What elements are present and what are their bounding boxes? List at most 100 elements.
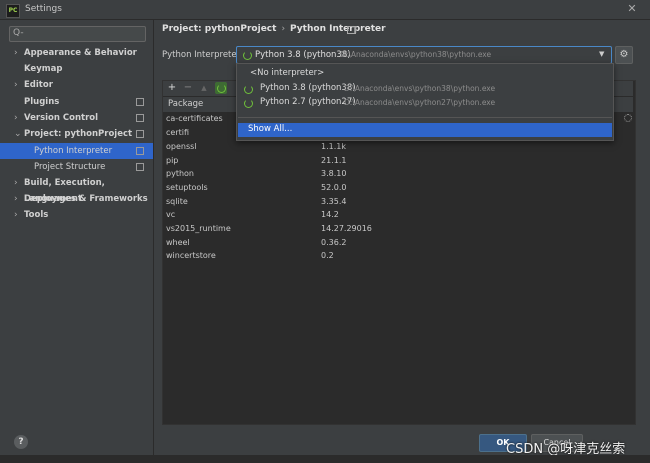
chevron-down-icon: ▼ bbox=[599, 50, 605, 58]
sidebar-item-appearance[interactable]: › Appearance & Behavior bbox=[0, 45, 153, 61]
add-package-button[interactable]: + bbox=[166, 82, 178, 94]
chevron-right-icon: › bbox=[14, 80, 18, 90]
package-name: python bbox=[166, 169, 194, 178]
option-label: <No interpreter> bbox=[250, 68, 325, 78]
option-label: Python 2.7 (python27) bbox=[260, 97, 356, 107]
sidebar-item-tools[interactable]: › Tools bbox=[0, 207, 153, 223]
sidebar-item-label: Version Control bbox=[24, 113, 99, 123]
package-name: pip bbox=[166, 156, 179, 165]
interpreter-selected-path: D:\Anaconda\envs\python38\python.exe bbox=[340, 50, 492, 59]
upgrade-package-button[interactable]: ▲ bbox=[198, 82, 210, 94]
interpreter-label: Python Interpreter: bbox=[162, 50, 243, 60]
option-path: D:\Anaconda\envs\python27\python.exe bbox=[344, 98, 496, 107]
bottom-strip bbox=[0, 455, 650, 463]
breadcrumb-page: Python Interpreter bbox=[290, 24, 386, 34]
chevron-right-icon: › bbox=[14, 178, 18, 188]
sidebar-item-label: Project Structure bbox=[34, 162, 106, 172]
help-button[interactable]: ? bbox=[14, 435, 28, 449]
app-icon: PC bbox=[6, 4, 20, 18]
sidebar-item-label: Appearance & Behavior bbox=[24, 48, 137, 58]
package-name: setuptools bbox=[166, 183, 208, 192]
sidebar-item-project[interactable]: ⌄ Project: pythonProject bbox=[0, 126, 153, 142]
package-version: 52.0.0 bbox=[321, 183, 347, 192]
search-icon: Q- bbox=[13, 28, 24, 38]
package-version: 21.1.1 bbox=[321, 156, 347, 165]
sidebar-item-project-structure[interactable]: Project Structure bbox=[0, 159, 153, 175]
window-title: Settings bbox=[25, 4, 62, 14]
package-name: vs2015_runtime bbox=[166, 224, 231, 233]
python-env-icon bbox=[244, 85, 253, 94]
sidebar-item-label: Languages & Frameworks bbox=[24, 194, 148, 204]
sidebar-item-label: Python Interpreter bbox=[34, 146, 113, 156]
project-settings-icon bbox=[136, 147, 144, 155]
package-version: 14.2 bbox=[321, 210, 339, 219]
project-settings-icon bbox=[347, 26, 356, 34]
table-row[interactable]: sqlite 3.35.4 bbox=[163, 196, 633, 210]
sidebar-item-plugins[interactable]: Plugins bbox=[0, 94, 153, 110]
python-env-icon bbox=[244, 99, 253, 108]
package-name: openssl bbox=[166, 142, 197, 151]
refresh-icon[interactable] bbox=[215, 82, 227, 94]
sidebar-item-version-control[interactable]: › Version Control bbox=[0, 110, 153, 126]
option-path: D:\Anaconda\envs\python38\python.exe bbox=[344, 84, 496, 93]
package-name: sqlite bbox=[166, 197, 188, 206]
package-name: certifi bbox=[166, 128, 190, 137]
dropdown-option-python27[interactable]: Python 2.7 (python27) D:\Anaconda\envs\p… bbox=[238, 96, 612, 110]
dropdown-option-python38[interactable]: Python 3.8 (python38) D:\Anaconda\envs\p… bbox=[238, 82, 612, 96]
package-version: 0.36.2 bbox=[321, 238, 347, 247]
package-name: ca-certificates bbox=[166, 114, 223, 123]
sidebar-item-label: Project: pythonProject bbox=[24, 129, 133, 139]
python-env-icon bbox=[243, 51, 252, 60]
sidebar-item-label: Keymap bbox=[24, 64, 63, 74]
interpreter-select[interactable]: Python 3.8 (python38) D:\Anaconda\envs\p… bbox=[236, 46, 612, 64]
option-label: Python 3.8 (python38) bbox=[260, 83, 356, 93]
project-settings-icon bbox=[136, 114, 144, 122]
sidebar-item-label: Editor bbox=[24, 80, 53, 90]
close-icon[interactable]: ✕ bbox=[625, 2, 639, 16]
project-settings-icon bbox=[136, 163, 144, 171]
package-version: 14.27.29016 bbox=[321, 224, 372, 233]
table-row[interactable]: setuptools 52.0.0 bbox=[163, 182, 633, 196]
table-row[interactable]: vc 14.2 bbox=[163, 209, 633, 223]
table-row[interactable]: vs2015_runtime 14.27.29016 bbox=[163, 223, 633, 237]
table-row[interactable]: openssl 1.1.1k bbox=[163, 141, 633, 155]
package-version: 1.1.1k bbox=[321, 142, 346, 151]
chevron-down-icon: ⌄ bbox=[14, 129, 22, 139]
chevron-right-icon: › bbox=[14, 194, 18, 204]
table-row[interactable]: wincertstore 0.2 bbox=[163, 250, 633, 264]
search-input[interactable]: Q- bbox=[9, 26, 146, 42]
chevron-right-icon: › bbox=[14, 210, 18, 220]
sidebar-item-keymap[interactable]: Keymap bbox=[0, 61, 153, 77]
package-version: 0.2 bbox=[321, 251, 334, 260]
project-settings-icon bbox=[136, 130, 144, 138]
package-name: vc bbox=[166, 210, 176, 219]
table-row[interactable]: pip 21.1.1 bbox=[163, 155, 633, 169]
breadcrumb-project: Project: pythonProject bbox=[162, 24, 277, 34]
refresh-spinner-icon bbox=[217, 84, 226, 93]
breadcrumb-separator: › bbox=[281, 24, 286, 34]
chevron-right-icon: › bbox=[14, 113, 18, 123]
chevron-right-icon: › bbox=[14, 48, 18, 58]
column-header-package: Package bbox=[168, 99, 204, 109]
sidebar-item-languages[interactable]: › Languages & Frameworks bbox=[0, 191, 153, 207]
interpreter-dropdown: <No interpreter> Python 3.8 (python38) D… bbox=[236, 63, 614, 141]
sidebar-item-label: Plugins bbox=[24, 97, 60, 107]
package-name: wincertstore bbox=[166, 251, 216, 260]
table-row[interactable]: python 3.8.10 bbox=[163, 168, 633, 182]
project-settings-icon bbox=[136, 98, 144, 106]
option-label: Show All... bbox=[248, 124, 293, 134]
sidebar-item-label: Tools bbox=[24, 210, 49, 220]
title-bar bbox=[0, 0, 650, 20]
sidebar-item-editor[interactable]: › Editor bbox=[0, 77, 153, 93]
package-version: 3.8.10 bbox=[321, 169, 347, 178]
package-name: wheel bbox=[166, 238, 190, 247]
sidebar-item-build[interactable]: › Build, Execution, Deployment bbox=[0, 175, 153, 204]
interpreter-selected-name: Python 3.8 (python38) bbox=[255, 50, 351, 60]
dropdown-divider bbox=[238, 117, 612, 118]
remove-package-button[interactable]: − bbox=[182, 82, 194, 94]
table-row[interactable]: wheel 0.36.2 bbox=[163, 237, 633, 251]
sidebar-item-python-interpreter[interactable]: Python Interpreter bbox=[0, 143, 153, 159]
dropdown-option-no-interpreter[interactable]: <No interpreter> bbox=[238, 67, 612, 81]
dropdown-option-show-all[interactable]: Show All... bbox=[238, 123, 612, 137]
gear-icon[interactable]: ⚙ bbox=[615, 46, 633, 64]
